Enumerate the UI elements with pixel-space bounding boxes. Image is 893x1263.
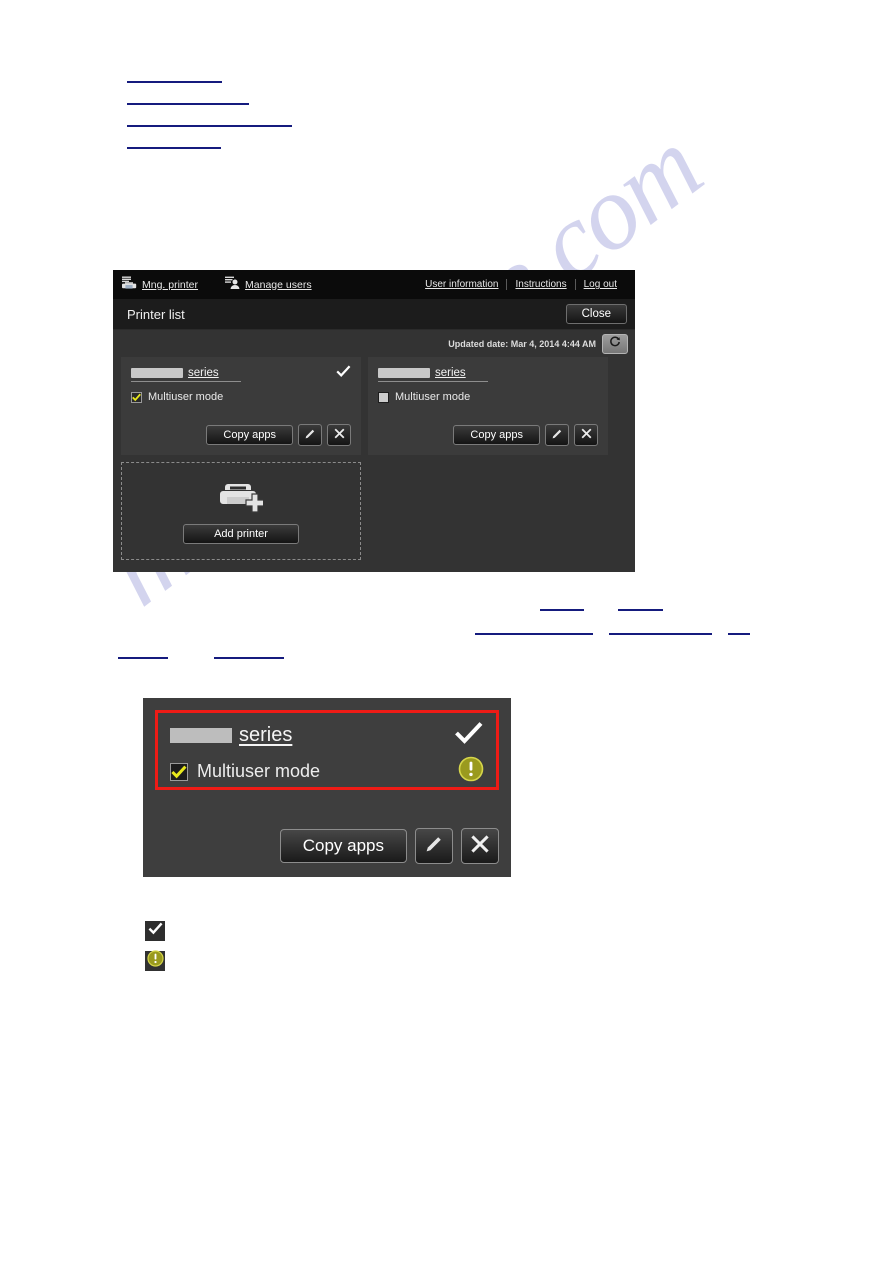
multiuser-checkbox[interactable] (170, 762, 188, 781)
legend-registered-icon-swatch (145, 921, 165, 941)
printer-series-label: series (239, 724, 293, 746)
pencil-icon (424, 834, 444, 859)
updated-bar: Updated date: Mar 4, 2014 4:44 AM (113, 330, 635, 357)
tab-manage-users[interactable]: Manage users (224, 276, 312, 293)
check-icon (148, 922, 163, 940)
link-row (127, 68, 292, 90)
printer-card[interactable]: series Multiuser mode Copy apps (121, 357, 361, 455)
name-underline (131, 381, 241, 382)
printer-name-redacted (131, 368, 183, 378)
nav-link[interactable] (727, 633, 750, 635)
manage-users-icon (224, 276, 240, 293)
link-row (127, 112, 292, 134)
header-links: User information Instructions Log out (417, 279, 625, 290)
log-out-link[interactable]: Log out (576, 279, 625, 290)
top-link-list (127, 68, 292, 156)
printer-card[interactable]: series Multiuser mode Copy apps (368, 357, 608, 455)
delete-printer-button[interactable] (461, 828, 499, 864)
printer-name-redacted (378, 368, 430, 378)
tab-mng-printer[interactable]: Mng. printer (121, 276, 198, 293)
card-actions: Copy apps (206, 424, 351, 446)
mid-link-row-3 (118, 646, 284, 664)
nav-link[interactable] (127, 103, 249, 105)
close-x-icon (334, 428, 345, 442)
warning-icon (146, 950, 164, 972)
detail-actions: Copy apps (279, 828, 499, 864)
pencil-icon (551, 428, 563, 443)
nav-link[interactable] (127, 147, 221, 149)
multiuser-label: Multiuser mode (395, 391, 471, 403)
registered-check-icon (454, 721, 484, 750)
nav-link[interactable] (540, 609, 584, 611)
nav-link[interactable] (213, 657, 284, 659)
pencil-icon (304, 428, 316, 443)
link-row (127, 134, 292, 156)
nav-link[interactable] (475, 633, 593, 635)
user-information-link[interactable]: User information (417, 279, 506, 290)
multiuser-checkbox[interactable] (131, 391, 142, 403)
printer-card-grid: series Multiuser mode Copy apps series M… (113, 357, 635, 560)
detail-name-row: series (170, 721, 484, 750)
multiuser-row: Multiuser mode (131, 391, 351, 403)
add-printer-icon (219, 478, 265, 519)
app-header: Mng. printer Manage users User informati… (113, 270, 635, 299)
registered-check-icon (336, 365, 351, 381)
copy-apps-button[interactable]: Copy apps (279, 829, 407, 863)
multiuser-checkbox[interactable] (378, 391, 389, 403)
tab-label: Manage users (245, 278, 312, 291)
add-printer-tile[interactable]: Add printer (121, 462, 361, 560)
edit-printer-button[interactable] (545, 424, 569, 446)
copy-apps-button[interactable]: Copy apps (206, 425, 293, 445)
mid-link-row-2 (475, 622, 750, 640)
nav-link[interactable] (127, 81, 222, 83)
link-row (127, 90, 292, 112)
nav-link[interactable] (617, 609, 663, 611)
printer-name-row: series (131, 365, 351, 381)
printer-name-redacted (170, 728, 232, 743)
close-button[interactable]: Close (565, 304, 627, 324)
multiuser-label: Multiuser mode (148, 391, 224, 403)
close-x-icon (470, 834, 490, 859)
multiuser-row: Multiuser mode (378, 391, 598, 403)
copy-apps-button[interactable]: Copy apps (453, 425, 540, 445)
printer-icon (121, 276, 137, 293)
refresh-icon (609, 336, 621, 351)
mid-link-row-1 (540, 598, 663, 616)
delete-printer-button[interactable] (574, 424, 598, 446)
page-title: Printer list (127, 306, 185, 322)
edit-printer-button[interactable] (298, 424, 322, 446)
legend-warning-icon-swatch (145, 950, 165, 972)
instructions-link[interactable]: Instructions (507, 279, 574, 290)
updated-date-text: Updated date: Mar 4, 2014 4:44 AM (448, 338, 596, 349)
edit-printer-button[interactable] (415, 828, 453, 864)
printer-series-label: series (188, 367, 219, 379)
delete-printer-button[interactable] (327, 424, 351, 446)
warning-icon (458, 756, 484, 787)
detail-multiuser-row: Multiuser mode (170, 756, 484, 787)
multiuser-label: Multiuser mode (197, 761, 321, 781)
tab-label: Mng. printer (142, 278, 199, 291)
printer-list-window: Mng. printer Manage users User informati… (113, 270, 635, 572)
printer-name-row: series (378, 365, 598, 381)
highlight-region: series Multiuser mode (155, 710, 499, 790)
card-actions: Copy apps (453, 424, 598, 446)
refresh-button[interactable] (602, 333, 628, 354)
sub-header: Printer list Close (113, 299, 635, 330)
nav-link[interactable] (118, 657, 168, 659)
printer-card-detail: series Multiuser mode Copy apps (143, 698, 511, 877)
nav-link[interactable] (608, 633, 712, 635)
nav-link[interactable] (127, 125, 292, 127)
name-underline (378, 381, 488, 382)
close-x-icon (581, 428, 592, 442)
add-printer-button[interactable]: Add printer (183, 524, 299, 544)
printer-series-label: series (435, 367, 466, 379)
